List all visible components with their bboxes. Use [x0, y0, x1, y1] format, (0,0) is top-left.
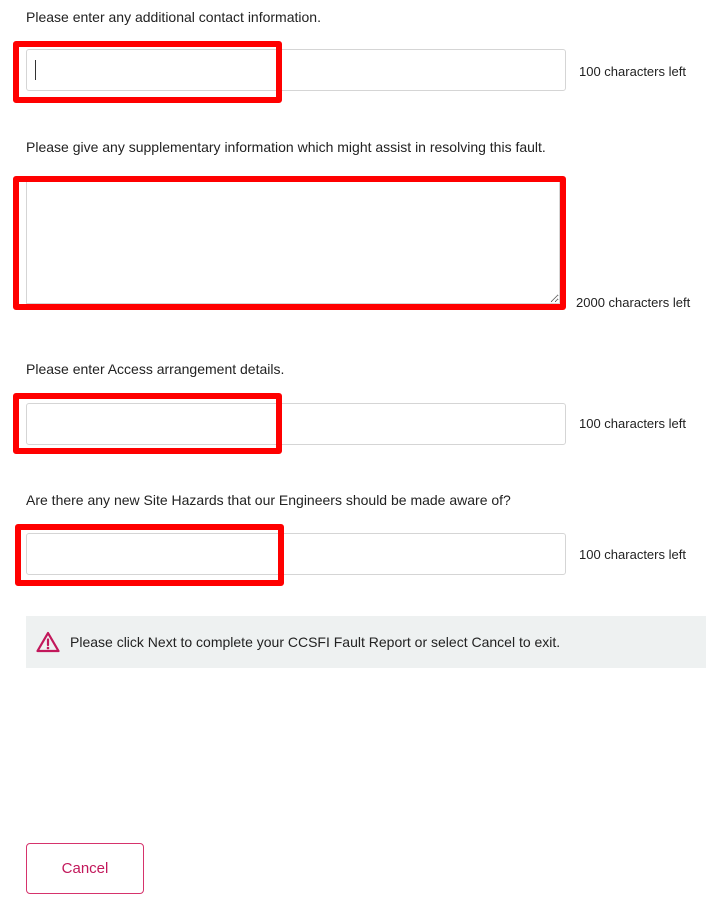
notice-text: Please click Next to complete your CCSFI…	[70, 634, 561, 650]
access-arrangement-counter: 100 characters left	[579, 416, 686, 431]
site-hazards-input[interactable]	[26, 533, 566, 575]
supplementary-info-textarea[interactable]	[26, 180, 560, 304]
cancel-button[interactable]: Cancel	[26, 843, 144, 894]
access-arrangement-input[interactable]	[26, 403, 566, 445]
site-hazards-counter: 100 characters left	[579, 547, 686, 562]
contact-info-input[interactable]	[26, 49, 566, 91]
contact-info-counter: 100 characters left	[579, 64, 686, 79]
info-notice: Please click Next to complete your CCSFI…	[26, 616, 706, 668]
access-arrangement-label: Please enter Access arrangement details.	[26, 361, 285, 377]
site-hazards-label: Are there any new Site Hazards that our …	[26, 492, 511, 508]
supplementary-info-counter: 2000 characters left	[576, 295, 691, 310]
warning-triangle-icon	[36, 631, 60, 653]
text-caret	[35, 60, 36, 80]
contact-info-label: Please enter any additional contact info…	[26, 9, 321, 25]
supplementary-info-label: Please give any supplementary informatio…	[26, 139, 546, 155]
